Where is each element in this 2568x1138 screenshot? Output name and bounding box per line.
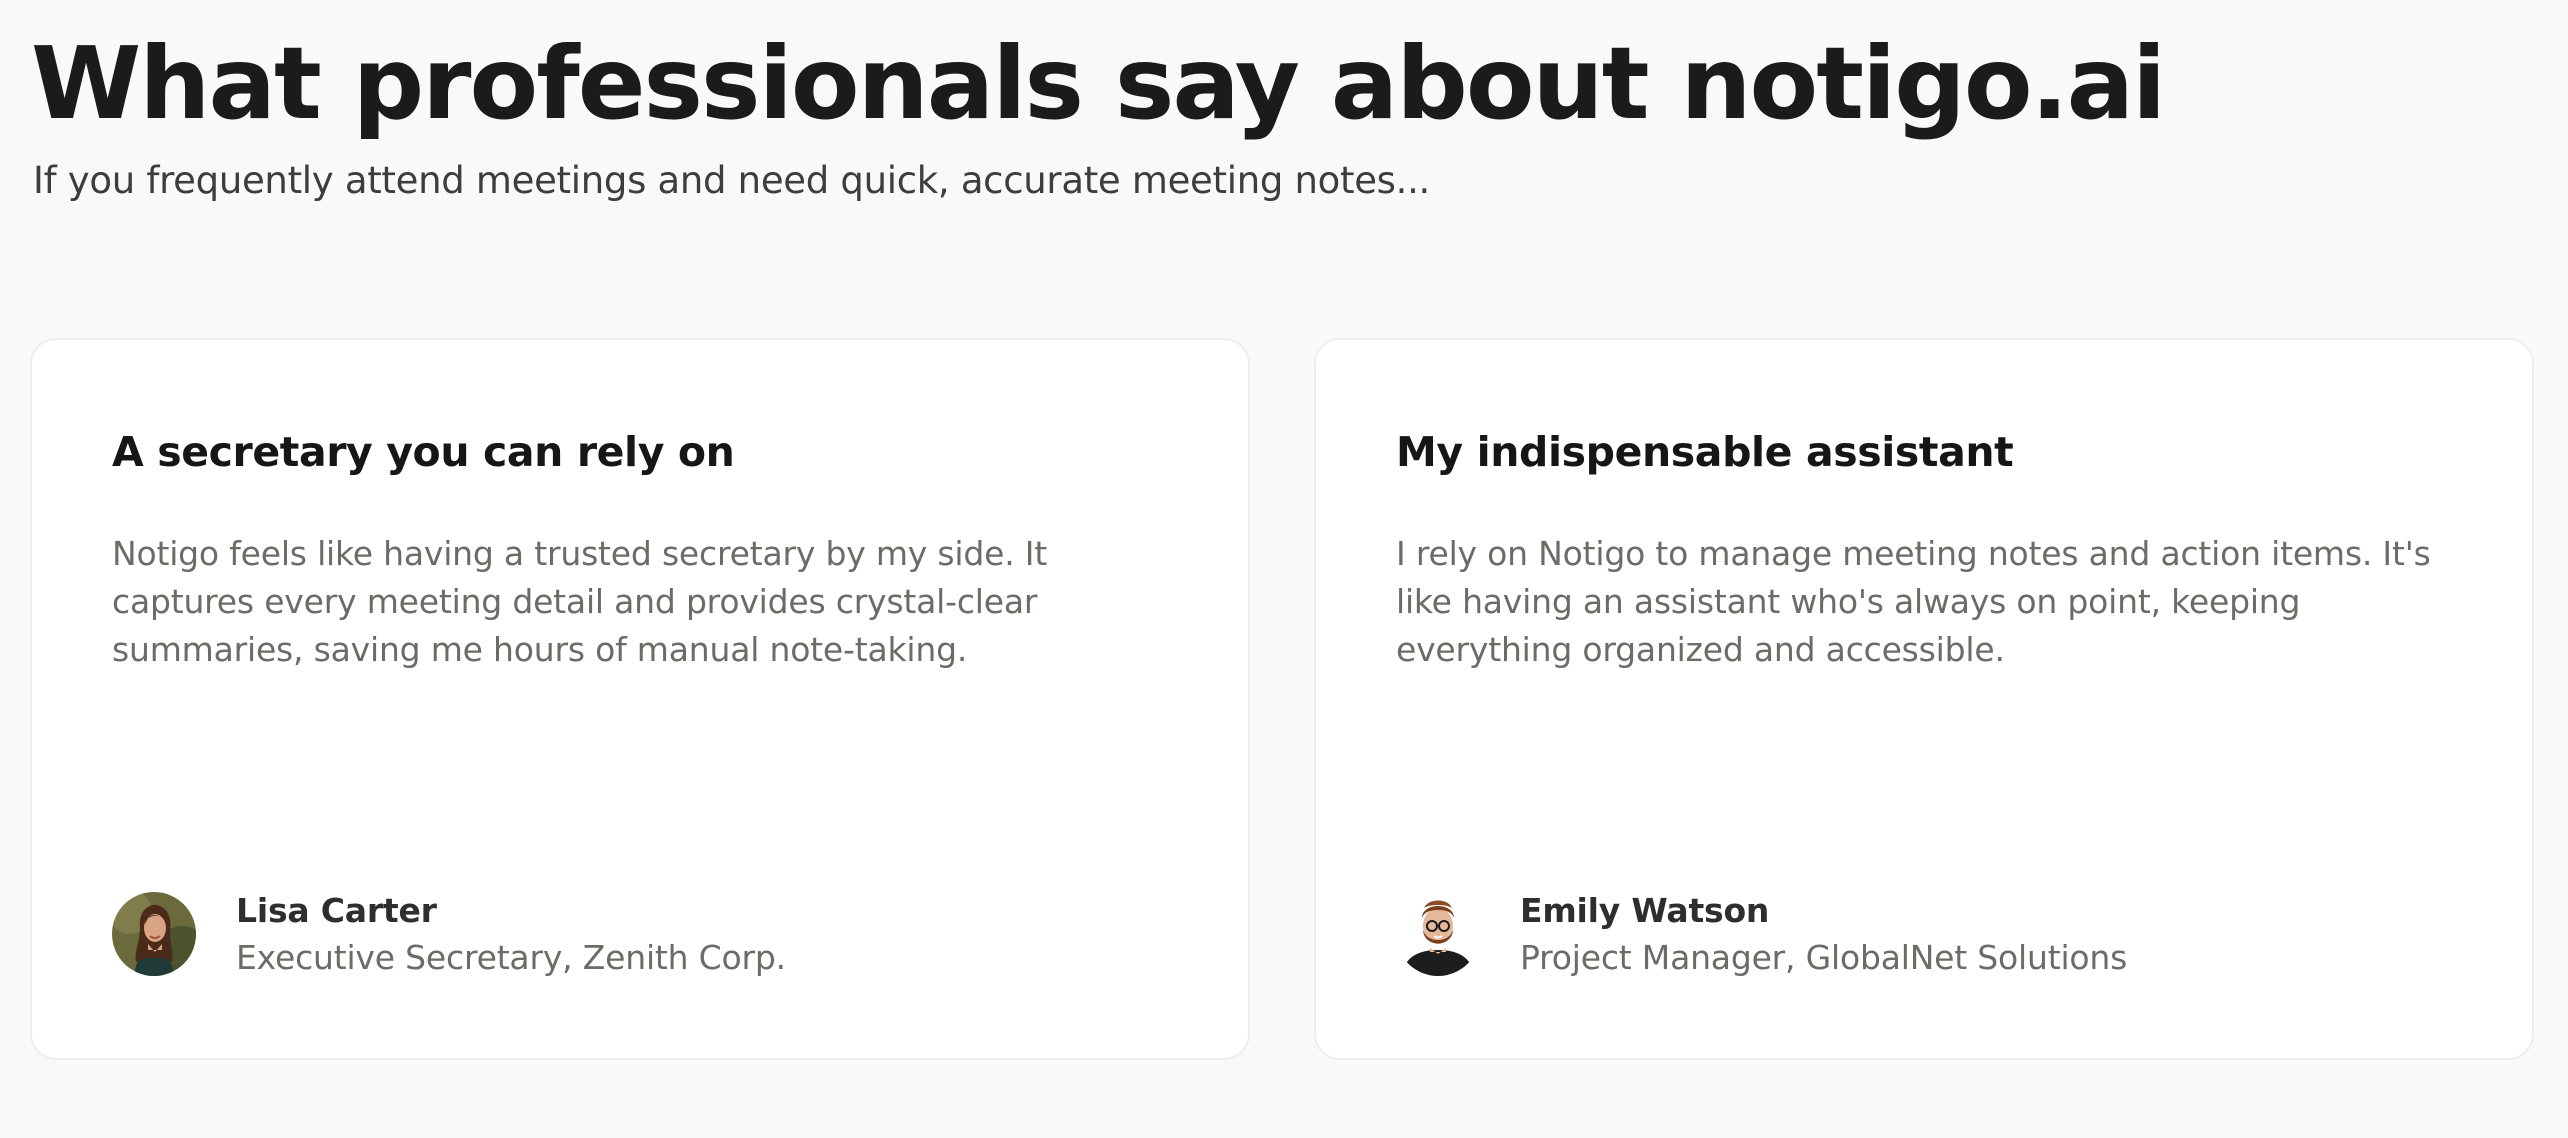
testimonials-section: What professionals say about notigo.ai I… [0,0,2568,1138]
author-name: Emily Watson [1520,891,1770,930]
testimonial-quote: I rely on Notigo to manage meeting notes… [1396,534,2431,669]
testimonial-card: My indispensable assistant I rely on Not… [1314,338,2534,1060]
author-role: Project Manager, GlobalNet Solutions [1520,938,2128,977]
bearded-man-cartoon-avatar-icon [1396,892,1480,976]
author-role: Executive Secretary, Zenith Corp. [236,938,786,977]
woman-portrait-avatar-icon [112,892,196,976]
author-name: Lisa Carter [236,891,437,930]
testimonial-author: Lisa Carter Executive Secretary, Zenith … [112,888,1172,978]
avatar [112,892,196,976]
testimonial-card: A secretary you can rely on Notigo feels… [30,338,1250,1060]
testimonial-title: My indispensable assistant [1396,428,2014,476]
section-subtitle: If you frequently attend meetings and ne… [33,159,1431,202]
section-title: What professionals say about notigo.ai [31,25,2166,142]
testimonial-author: Emily Watson Project Manager, GlobalNet … [1396,888,2456,978]
testimonial-quote: Notigo feels like having a trusted secre… [112,534,1048,669]
avatar [1396,892,1480,976]
testimonial-title: A secretary you can rely on [112,428,735,476]
